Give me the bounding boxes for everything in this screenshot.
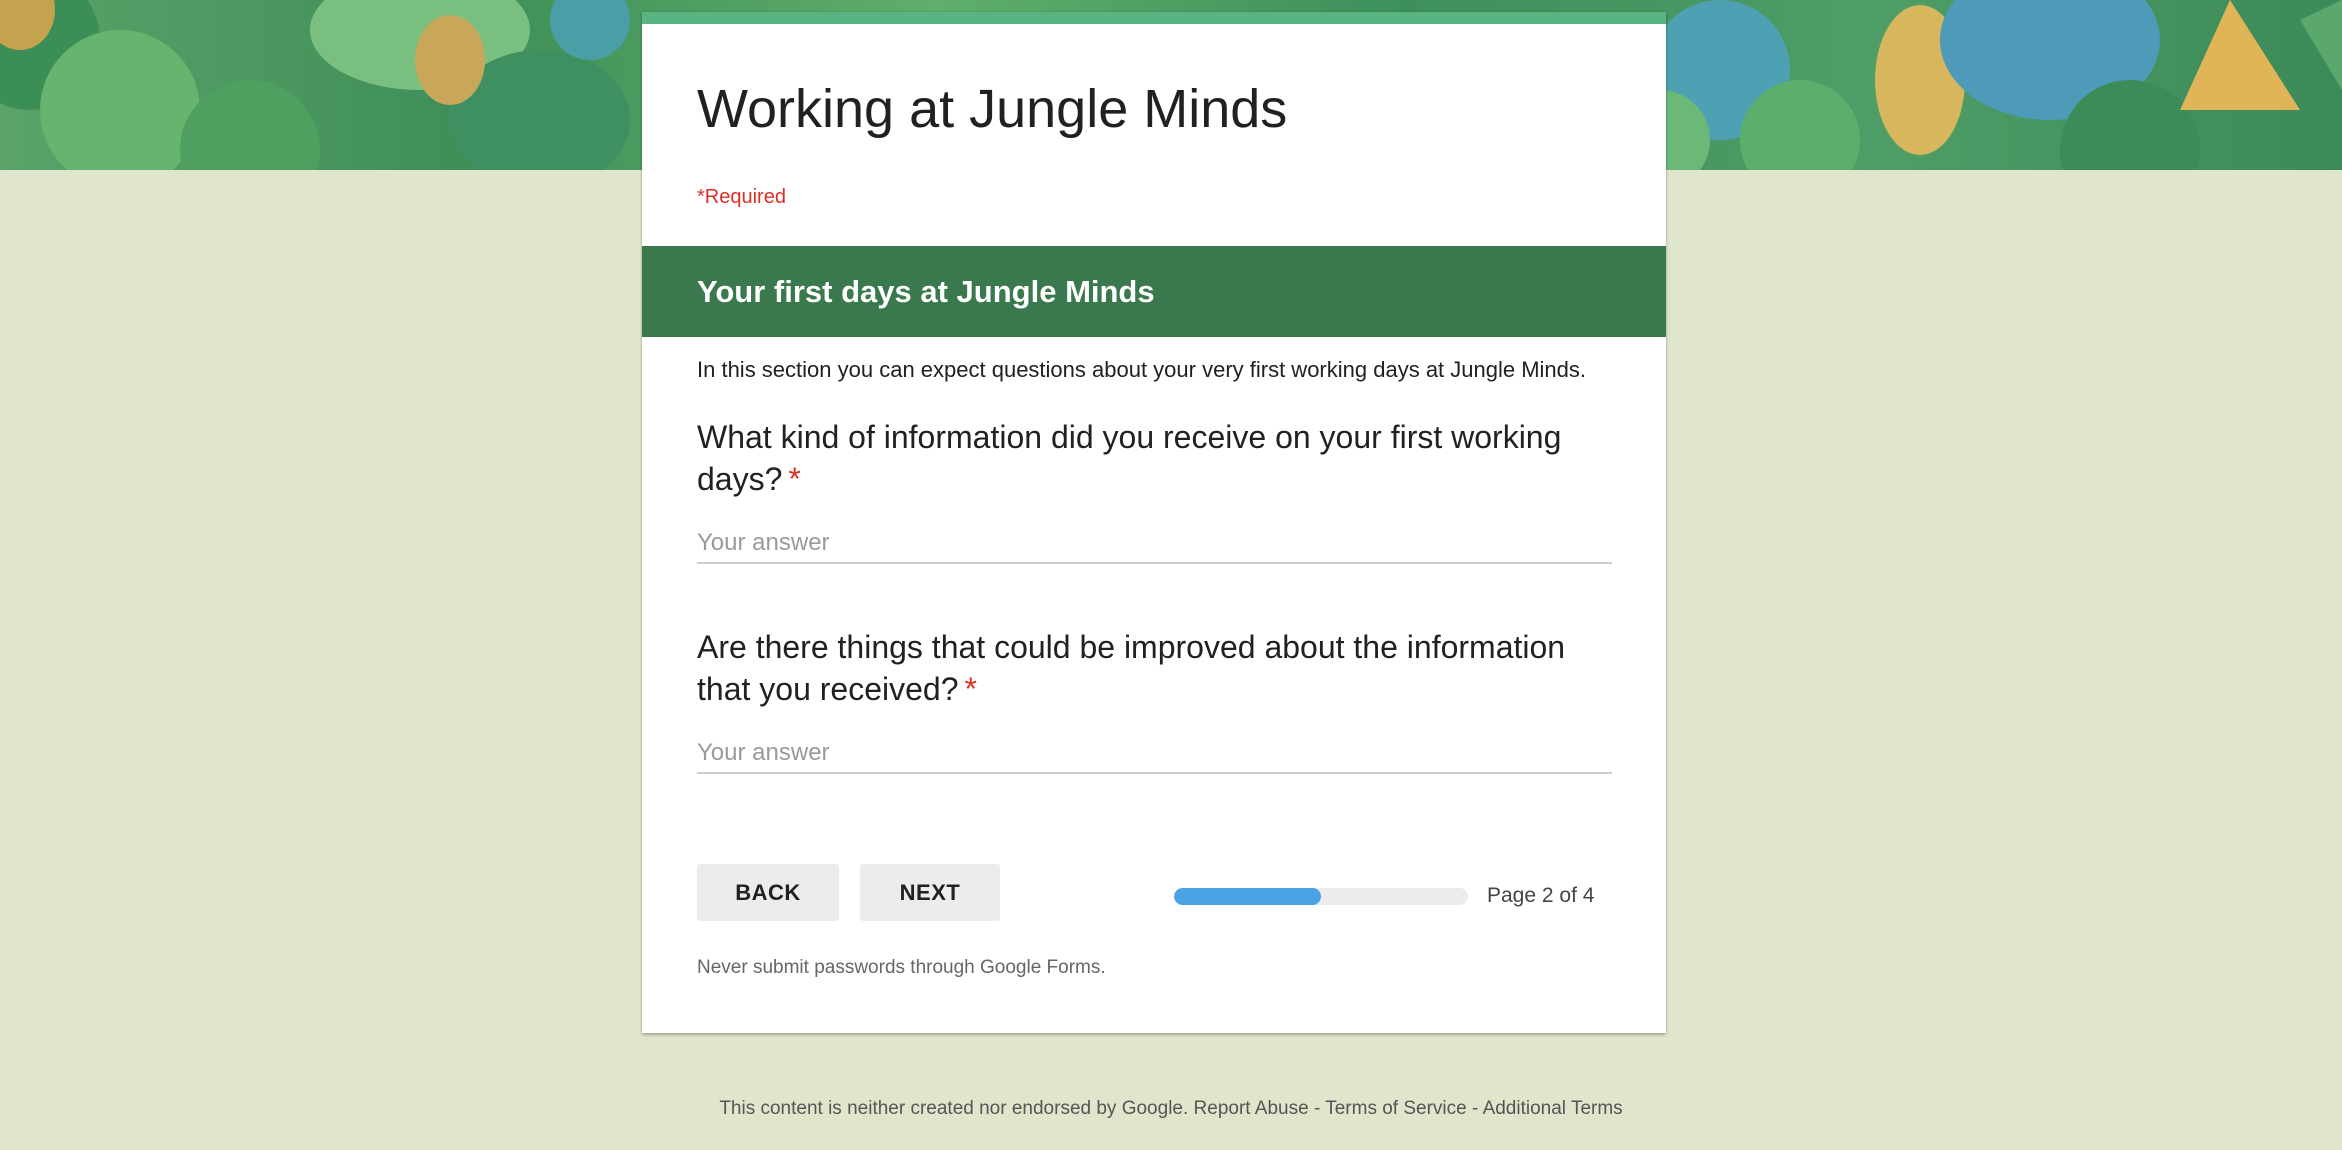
question-2: Are there things that could be improved … [697,626,1612,774]
form-card: Working at Jungle Minds *Required Your f… [642,12,1666,1033]
footer-separator: - [1313,1098,1321,1119]
section-title: Your first days at Jungle Minds [697,274,1155,309]
card-accent-bar [642,12,1666,24]
section-header: Your first days at Jungle Minds [642,246,1666,337]
next-button[interactable]: NEXT [860,864,1000,921]
terms-of-service-link[interactable]: Terms of Service [1325,1098,1466,1119]
question-title: What kind of information did you receive… [697,416,1612,500]
page-indicator: Page 2 of 4 [1487,884,1595,907]
answer-input-2[interactable] [697,734,1612,774]
password-warning: Never submit passwords through Google Fo… [697,957,1106,978]
progress-fill [1174,888,1321,905]
back-button[interactable]: BACK [697,864,839,921]
report-abuse-link[interactable]: Report Abuse [1194,1098,1309,1119]
required-note: *Required [697,186,786,208]
footer: This content is neither created nor endo… [0,1098,2342,1120]
question-title: Are there things that could be improved … [697,626,1612,710]
form-title: Working at Jungle Minds [697,79,1288,139]
question-1: What kind of information did you receive… [697,416,1612,564]
footer-separator: - [1472,1098,1479,1119]
question-text: Are there things that could be improved … [697,629,1566,707]
required-marker: * [964,671,977,707]
progress-bar [1174,888,1468,905]
required-marker: * [788,461,801,497]
additional-terms-link[interactable]: Additional Terms [1483,1098,1623,1119]
answer-input-1[interactable] [697,524,1612,564]
question-text: What kind of information did you receive… [697,419,1562,497]
footer-notice: This content is neither created nor endo… [719,1098,1189,1119]
section-description: In this section you can expect questions… [697,357,1587,382]
